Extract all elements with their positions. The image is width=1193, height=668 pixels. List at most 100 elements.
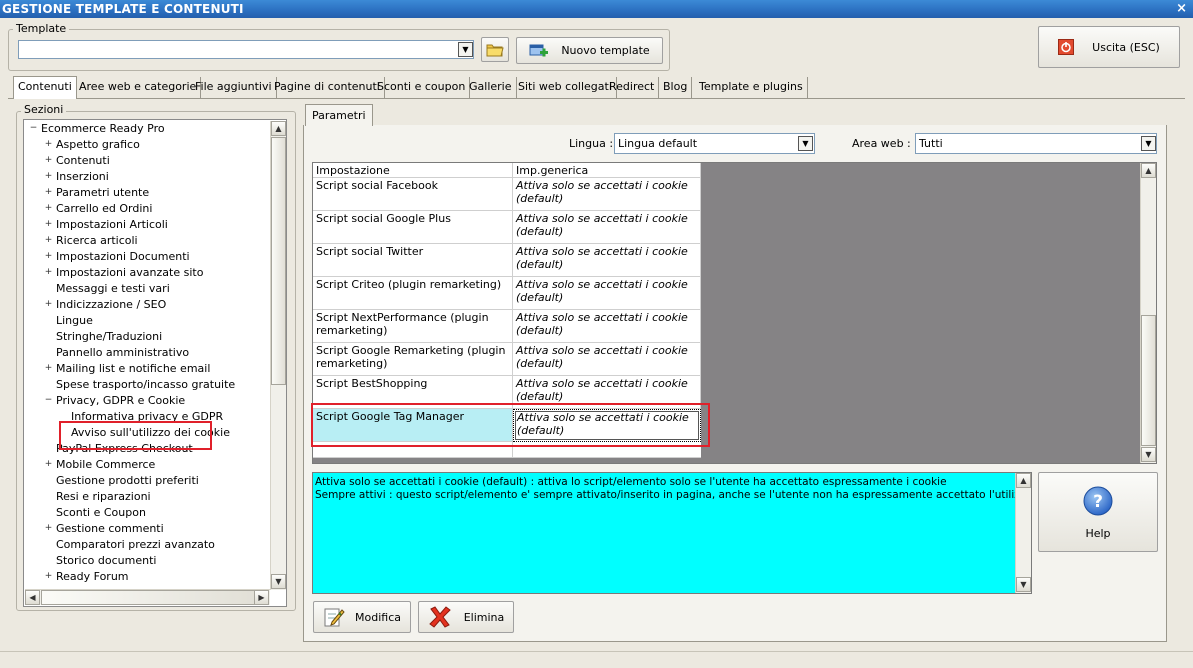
- grid-cell-value[interactable]: Attiva solo se accettati i cookie (defau…: [513, 310, 701, 343]
- lingua-dropdown-button[interactable]: ▼: [798, 136, 813, 151]
- grid-cell-setting[interactable]: Script NextPerformance (plugin remarketi…: [313, 310, 513, 343]
- grid-cell-value[interactable]: Attiva solo se accettati i cookie (defau…: [513, 244, 701, 277]
- tree-hscroll-thumb[interactable]: [41, 590, 261, 605]
- grid-cell-setting[interactable]: Script social Google Plus: [313, 211, 513, 244]
- tree-item-label: Parametri utente: [56, 186, 150, 199]
- grid-cell-value[interactable]: Attiva solo se accettati i cookie (defau…: [513, 211, 701, 244]
- grid-scroll-thumb[interactable]: [1141, 315, 1156, 446]
- tree-content: − Ecommerce Ready Pro + Aspetto grafico + C…: [25, 121, 270, 589]
- tree-item-label: Gestione prodotti preferiti: [56, 474, 199, 487]
- new-template-label: Nuovo template: [561, 44, 650, 57]
- exit-button[interactable]: Uscita (ESC): [1038, 26, 1180, 68]
- grid-cell-value[interactable]: Attiva solo se accettati i cookie (defau…: [513, 277, 701, 310]
- tab-pagine-contenuti[interactable]: Pagine di contenuti: [270, 77, 385, 98]
- grid-cell-value[interactable]: Attiva solo se accettati i cookie (defau…: [513, 343, 701, 376]
- modify-button[interactable]: Modifica: [313, 601, 411, 633]
- scroll-down-icon[interactable]: ▼: [271, 574, 286, 589]
- tab-siti-web[interactable]: Siti web collegati: [514, 77, 617, 98]
- tree-item-label: Inserzioni: [56, 170, 109, 183]
- tree-item-label: Indicizzazione / SEO: [56, 298, 167, 311]
- description-line-2: Sempre attivi : questo script/elemento e…: [315, 489, 1015, 501]
- expand-icon[interactable]: +: [44, 220, 53, 229]
- expand-icon[interactable]: +: [44, 140, 53, 149]
- scroll-up-icon[interactable]: ▲: [271, 121, 286, 136]
- tree-vertical-scrollbar[interactable]: ▲ ▼: [270, 121, 286, 590]
- tab-sconti-coupon[interactable]: Sconti e coupon: [373, 77, 471, 98]
- expand-icon[interactable]: +: [44, 156, 53, 165]
- expand-icon[interactable]: +: [44, 524, 53, 533]
- grid-cell-setting[interactable]: Script Criteo (plugin remarketing): [313, 277, 513, 310]
- collapse-icon[interactable]: −: [29, 124, 38, 133]
- grid-cell-value[interactable]: Attiva solo se accettati i cookie (defau…: [513, 178, 701, 211]
- close-window-button[interactable]: ×: [1176, 1, 1187, 17]
- tab-file-aggiuntivi[interactable]: File aggiuntivi: [191, 77, 277, 98]
- tree-item-label: Mailing list e notifiche email: [56, 362, 211, 375]
- description-box: Attiva solo se accettati i cookie (defau…: [312, 472, 1032, 594]
- tree-item-label: Comparatori prezzi avanzato: [56, 538, 215, 551]
- tab-blog[interactable]: Blog: [659, 77, 693, 98]
- expand-icon[interactable]: +: [44, 236, 53, 245]
- tree-scroll-thumb[interactable]: [271, 137, 286, 385]
- help-button[interactable]: ? Help: [1038, 472, 1158, 552]
- lingua-label: Lingua :: [569, 137, 614, 150]
- tab-template-plugins[interactable]: Template e plugins: [695, 77, 808, 98]
- new-template-button[interactable]: Nuovo template: [516, 37, 663, 64]
- tab-aree-web[interactable]: Aree web e categorie: [75, 77, 202, 98]
- template-group-label: Template: [13, 22, 70, 35]
- tree-item-label: Storico documenti: [56, 554, 157, 567]
- expand-icon[interactable]: +: [44, 268, 53, 277]
- expand-icon[interactable]: +: [44, 172, 53, 181]
- tree-item-label: Impostazioni Articoli: [56, 218, 168, 231]
- tree-horizontal-scrollbar[interactable]: ◀ ▶: [25, 589, 270, 605]
- description-scroll-down-icon[interactable]: ▼: [1016, 577, 1031, 592]
- collapse-icon[interactable]: −: [44, 396, 53, 405]
- tree-item-label: Privacy, GDPR e Cookie: [56, 394, 186, 407]
- grid-cell-setting[interactable]: Script social Facebook: [313, 178, 513, 211]
- tree-item-label: Sconti e Coupon: [56, 506, 146, 519]
- description-line-1: Attiva solo se accettati i cookie (defau…: [315, 476, 947, 488]
- tree-item-label: Ready Forum: [56, 570, 129, 583]
- delete-button-label: Elimina: [463, 610, 505, 624]
- tree-item-label: Messaggi e testi vari: [56, 282, 170, 295]
- area-web-dropdown-button[interactable]: ▼: [1141, 136, 1156, 151]
- expand-icon[interactable]: +: [44, 204, 53, 213]
- description-scrollbar[interactable]: ▲ ▼: [1015, 473, 1031, 593]
- sections-group-label: Sezioni: [21, 103, 67, 116]
- expand-icon[interactable]: +: [44, 364, 53, 373]
- tab-redirect[interactable]: Redirect: [605, 77, 660, 98]
- grid-header-impostazione[interactable]: Impostazione: [313, 163, 513, 178]
- tree-item-label: Carrello ed Ordini: [56, 202, 153, 215]
- open-template-button[interactable]: [481, 37, 509, 62]
- highlight-cookie-item: [59, 421, 212, 450]
- expand-icon[interactable]: +: [44, 572, 53, 581]
- lingua-select[interactable]: Lingua default: [614, 133, 815, 154]
- template-select[interactable]: [18, 40, 474, 59]
- svg-text:?: ?: [1093, 492, 1103, 512]
- tab-contenuti[interactable]: Contenuti: [13, 76, 77, 99]
- add-window-icon: [529, 44, 549, 56]
- expand-icon[interactable]: +: [44, 252, 53, 261]
- expand-icon[interactable]: +: [44, 188, 53, 197]
- template-dropdown-button[interactable]: ▼: [458, 42, 473, 57]
- delete-button[interactable]: Elimina: [418, 601, 514, 633]
- area-web-select[interactable]: Tutti: [915, 133, 1157, 154]
- highlight-tag-manager-row: [311, 403, 710, 447]
- grid-vertical-scrollbar[interactable]: ▲ ▼: [1140, 163, 1156, 463]
- grid-scroll-up-icon[interactable]: ▲: [1141, 163, 1156, 178]
- description-scroll-up-icon[interactable]: ▲: [1016, 473, 1031, 488]
- grid-scroll-down-icon[interactable]: ▼: [1141, 447, 1156, 462]
- expand-icon[interactable]: +: [44, 300, 53, 309]
- tree-item-label: Aspetto grafico: [56, 138, 140, 151]
- tab-gallerie[interactable]: Gallerie: [465, 77, 517, 98]
- expand-icon[interactable]: +: [44, 460, 53, 469]
- tabs-baseline: [8, 98, 1185, 99]
- scroll-left-icon[interactable]: ◀: [25, 590, 40, 605]
- scroll-right-icon[interactable]: ▶: [254, 590, 269, 605]
- tab-parametri[interactable]: Parametri: [305, 104, 373, 126]
- grid-header-imp-generica[interactable]: Imp.generica: [513, 163, 701, 178]
- folder-icon: [486, 44, 504, 57]
- grid-cell-setting[interactable]: Script social Twitter: [313, 244, 513, 277]
- modify-button-label: Modifica: [355, 610, 401, 624]
- power-icon: [1058, 39, 1075, 55]
- grid-cell-setting[interactable]: Script Google Remarketing (plugin remark…: [313, 343, 513, 376]
